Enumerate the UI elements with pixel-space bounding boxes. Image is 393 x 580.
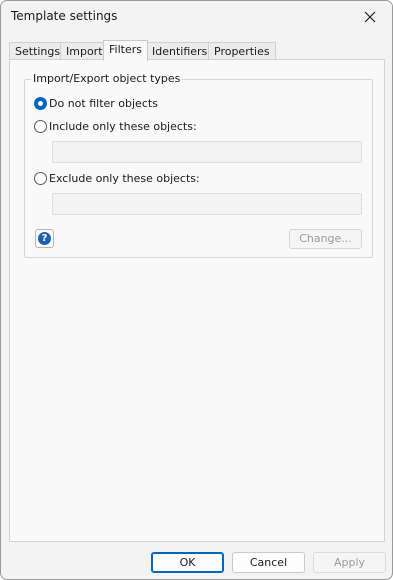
radio-include-only-indicator[interactable] [34, 119, 47, 133]
radio-include-only-label: Include only these objects: [49, 119, 197, 133]
help-icon: ? [38, 232, 51, 245]
radio-do-not-filter-indicator[interactable] [34, 96, 47, 110]
window-title: Template settings [11, 9, 118, 23]
radio-exclude-only[interactable]: Exclude only these objects: [34, 170, 200, 186]
apply-button[interactable]: Apply [313, 552, 386, 573]
title-bar: Template settings [1, 1, 392, 33]
group-title: Import/Export object types [31, 72, 183, 85]
radio-exclude-only-label: Exclude only these objects: [49, 171, 200, 185]
radio-do-not-filter-label: Do not filter objects [49, 96, 158, 110]
ok-button[interactable]: OK [151, 552, 224, 573]
radio-do-not-filter[interactable]: Do not filter objects [34, 95, 158, 111]
object-types-group: Import/Export object types Do not filter… [24, 72, 373, 258]
tab-import[interactable]: Import [60, 42, 109, 60]
tab-identifiers[interactable]: Identifiers [146, 42, 214, 60]
radio-exclude-only-indicator[interactable] [34, 171, 47, 185]
close-icon [364, 11, 376, 22]
tab-strip: Settings Import Filters Identifiers Prop… [9, 40, 385, 61]
template-settings-dialog: Template settings Settings Import Filter… [0, 0, 393, 580]
close-button[interactable] [348, 1, 392, 32]
change-button[interactable]: Change... [289, 229, 362, 249]
cancel-button[interactable]: Cancel [232, 552, 305, 573]
radio-include-only[interactable]: Include only these objects: [34, 118, 197, 134]
help-button[interactable]: ? [35, 229, 54, 248]
tab-filters[interactable]: Filters [103, 40, 148, 61]
tab-properties[interactable]: Properties [208, 42, 276, 60]
include-objects-field [52, 141, 362, 163]
tab-settings[interactable]: Settings [9, 42, 67, 60]
filters-panel: Import/Export object types Do not filter… [9, 59, 385, 542]
exclude-objects-field [52, 193, 362, 215]
